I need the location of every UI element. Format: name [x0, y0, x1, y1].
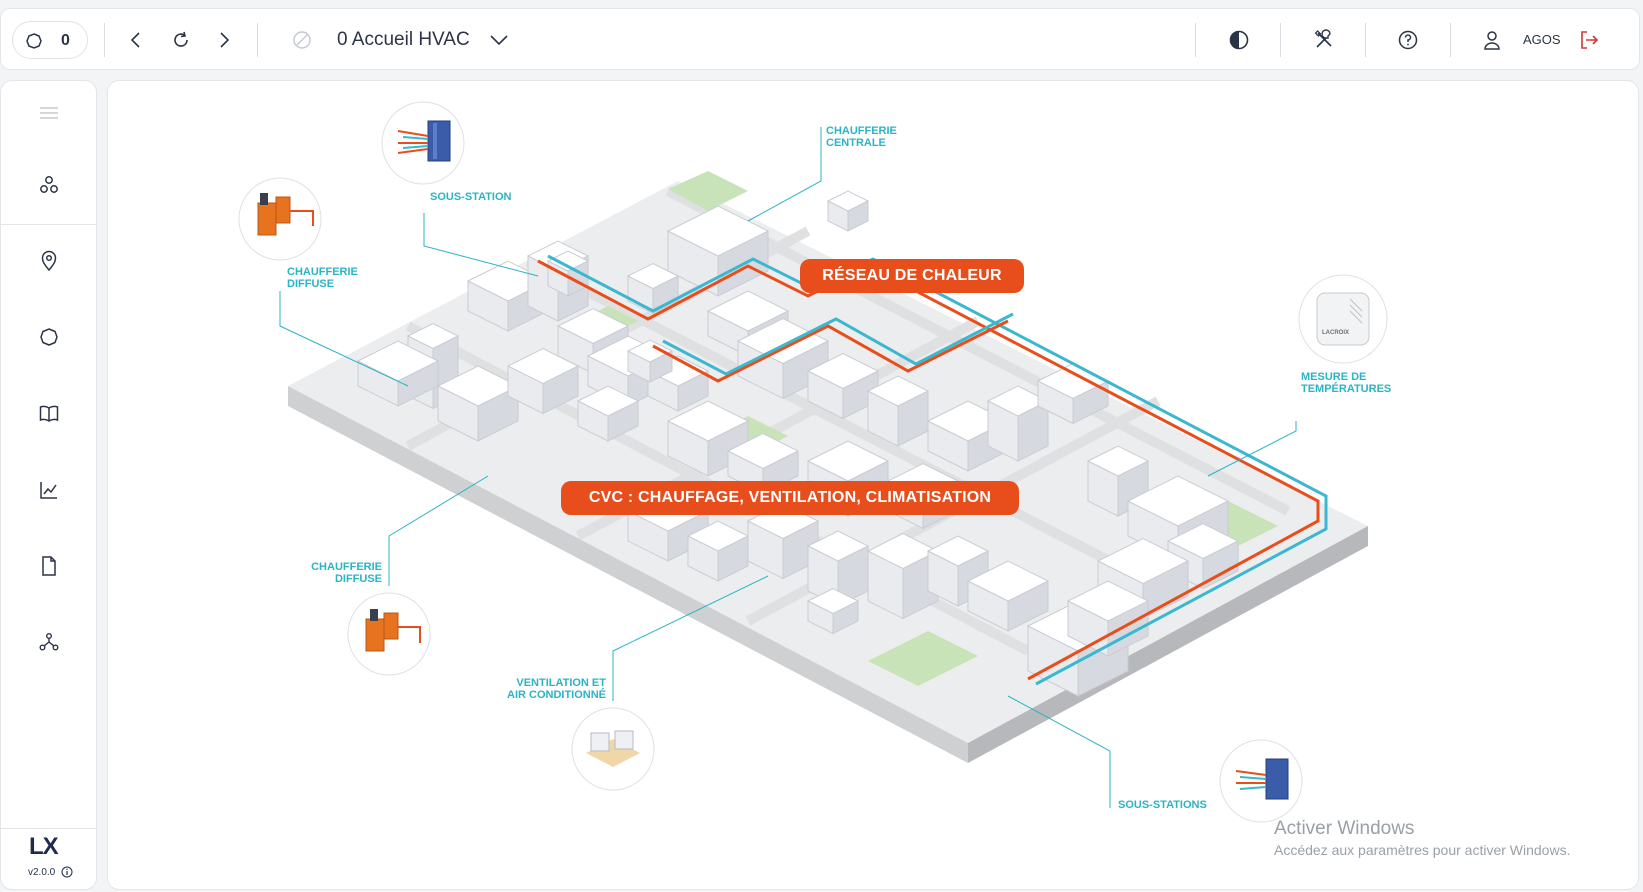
callout-diffuse-boiler-top: CHAUFFERIE DIFFUSE [287, 266, 358, 290]
icon-bubble-diffuse-boiler-bottom [347, 592, 431, 676]
sidebar-item-reports[interactable] [35, 552, 63, 580]
alarm-count: 0 [61, 32, 70, 49]
icon-bubble-diffuse-boiler-top [238, 177, 322, 261]
alarm-icon [26, 33, 42, 49]
top-bar: 0 0 Accueil HVAC AGOS [0, 8, 1640, 70]
alarm-counter-button[interactable]: 0 [12, 21, 88, 59]
refresh-icon [174, 31, 188, 47]
info-icon[interactable] [61, 866, 73, 878]
network-icon [39, 633, 59, 651]
contrast-icon [1229, 30, 1249, 50]
disabled-icon [293, 31, 311, 49]
chevron-left-icon [130, 32, 140, 48]
banner-heating-network: RÉSEAU DE CHALEUR [800, 259, 1024, 293]
help-icon [1398, 30, 1418, 50]
sidebar-item-alarms[interactable] [35, 323, 63, 351]
hvac-overview-panel: SOUS-STATION CHAUFFERIE CENTRALE CHAUFFER… [107, 80, 1639, 890]
callout-substation: SOUS-STATION [430, 191, 512, 203]
windows-activation-text: Accédez aux paramètres pour activer Wind… [1274, 842, 1571, 858]
page-selector-dropdown[interactable] [485, 26, 513, 54]
callout-central-boiler: CHAUFFERIE CENTRALE [826, 125, 897, 149]
divider [104, 23, 105, 57]
sidebar-item-dashboard[interactable] [35, 171, 63, 199]
divider [1280, 23, 1281, 57]
back-button[interactable] [122, 26, 150, 54]
refresh-button[interactable] [167, 26, 195, 54]
icon-bubble-substation-bottom [1219, 739, 1303, 823]
sidebar: LX v2.0.0 [0, 80, 97, 890]
page-title: 0 Accueil HVAC [337, 29, 470, 50]
app-logo: LX [29, 833, 59, 860]
banner-hvac: CVC : CHAUFFAGE, VENTILATION, CLIMATISAT… [561, 481, 1019, 515]
app-version: v2.0.0 [28, 867, 56, 878]
chevron-down-icon [490, 35, 508, 46]
tools-button[interactable] [1310, 26, 1338, 54]
theme-toggle-button[interactable] [1225, 26, 1253, 54]
user-icon [1484, 31, 1500, 50]
forward-button[interactable] [210, 26, 238, 54]
chevron-right-icon [220, 32, 230, 48]
logout-icon [1581, 31, 1599, 49]
icon-bubble-ventilation [571, 707, 655, 791]
menu-button[interactable] [35, 99, 63, 127]
sidebar-item-map[interactable] [35, 247, 63, 275]
divider [1195, 23, 1196, 57]
divider [1365, 23, 1366, 57]
divider [1, 828, 96, 829]
icon-bubble-substation-top [381, 101, 465, 185]
book-icon [39, 405, 59, 422]
icon-bubble-temperature-sensor [1298, 274, 1388, 364]
sidebar-item-network[interactable] [35, 628, 63, 656]
sidebar-item-charts[interactable] [35, 476, 63, 504]
cluster-icon [40, 176, 58, 193]
user-button[interactable] [1478, 26, 1506, 54]
divider [257, 23, 258, 57]
sensor-brand-label: LACROIX [1322, 330, 1349, 336]
tools-icon [1314, 29, 1332, 48]
callout-ventilation: VENTILATION ET AIR CONDITIONNÉ [507, 677, 606, 701]
callout-substations: SOUS-STATIONS [1118, 799, 1207, 811]
sidebar-item-documentation[interactable] [35, 399, 63, 427]
logout-button[interactable] [1575, 26, 1603, 54]
alarm-icon [40, 328, 58, 346]
status-indicator [288, 26, 316, 54]
help-button[interactable] [1394, 26, 1422, 54]
callout-diffuse-boiler-bottom: CHAUFFERIE DIFFUSE [311, 561, 382, 585]
divider [1, 224, 96, 225]
document-icon [42, 556, 56, 576]
location-pin-icon [41, 250, 57, 272]
windows-activation-title: Activer Windows [1274, 818, 1415, 839]
user-name: AGOS [1523, 32, 1561, 47]
divider [1450, 23, 1451, 57]
hamburger-icon [40, 107, 58, 119]
line-chart-icon [40, 482, 57, 499]
callout-temperature: MESURE DE TEMPÉRATURES [1301, 371, 1392, 395]
